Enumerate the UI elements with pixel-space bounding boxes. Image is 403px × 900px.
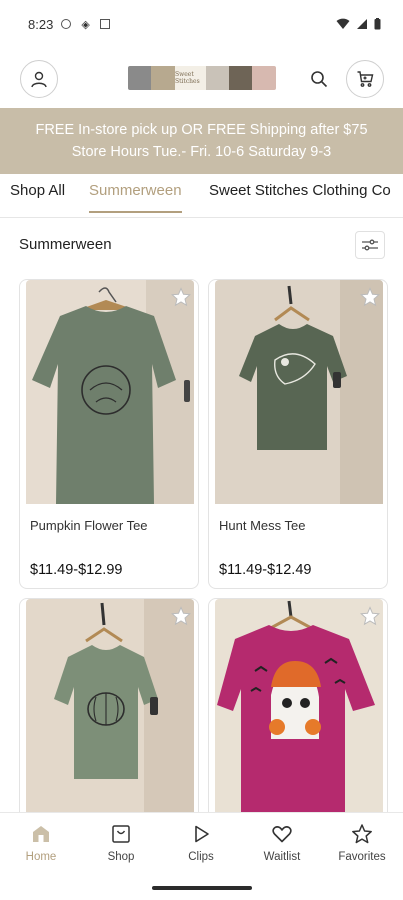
signal-icon [357, 19, 367, 29]
cart-icon [357, 71, 374, 87]
tab-shop-all[interactable]: Shop All [10, 174, 65, 216]
product-price: $11.49-$12.99 [30, 562, 123, 578]
filter-button[interactable] [355, 231, 385, 259]
search-button[interactable] [306, 66, 332, 92]
app-notification-icon [99, 19, 110, 29]
home-icon [33, 826, 49, 842]
favorite-star-icon[interactable] [170, 286, 192, 308]
nav-shop[interactable]: Shop [81, 823, 161, 863]
gesture-home-bar[interactable] [152, 886, 252, 890]
product-image[interactable] [26, 599, 194, 837]
status-bar: 8:23 ◈ [0, 0, 403, 48]
product-price: $11.49-$12.49 [219, 562, 312, 578]
product-image[interactable] [215, 599, 383, 837]
dnd-icon [61, 19, 72, 29]
favorite-star-icon[interactable] [170, 605, 192, 627]
wifi-icon [336, 18, 350, 29]
favorite-star-icon[interactable] [359, 605, 381, 627]
nav-waitlist[interactable]: Waitlist [242, 823, 322, 863]
banner-line-1: FREE In-store pick up OR FREE Shipping a… [35, 122, 368, 138]
tab-summerween[interactable]: Summerween [89, 174, 182, 216]
heart-icon [272, 826, 292, 843]
notification-icon: ◈ [81, 18, 90, 31]
nav-home[interactable]: Home [1, 823, 81, 863]
nav-favorites-label: Favorites [338, 851, 386, 863]
sliders-icon [362, 239, 378, 251]
battery-icon [374, 18, 381, 30]
account-button[interactable] [20, 60, 58, 98]
shop-icon [112, 825, 130, 843]
product-image[interactable] [26, 280, 194, 504]
product-card[interactable] [208, 598, 388, 838]
search-icon [311, 71, 328, 88]
promo-banner[interactable]: FREE In-store pick up OR FREE Shipping a… [0, 108, 403, 174]
cart-button[interactable] [346, 60, 384, 98]
nav-clips-label: Clips [188, 851, 214, 863]
product-name[interactable]: Hunt Mess Tee [219, 518, 305, 533]
category-tabs: Shop All Summerween Sweet Stitches Cloth… [0, 174, 403, 218]
play-icon [195, 825, 209, 843]
app-header: Sweet Stitches [0, 54, 403, 106]
nav-waitlist-label: Waitlist [263, 851, 301, 863]
product-image[interactable] [215, 280, 383, 504]
product-name[interactable]: Pumpkin Flower Tee [30, 518, 148, 533]
section-title: Summerween [19, 236, 112, 253]
favorite-star-icon[interactable] [359, 286, 381, 308]
nav-clips[interactable]: Clips [161, 823, 241, 863]
person-icon [31, 71, 47, 88]
tab-sweet-stitches-clothing[interactable]: Sweet Stitches Clothing Co [209, 174, 391, 216]
nav-favorites[interactable]: Favorites [322, 823, 402, 863]
nav-shop-label: Shop [107, 851, 135, 863]
star-icon [352, 824, 372, 844]
banner-line-2: Store Hours Tue.- Fri. 10-6 Saturday 9-3 [71, 144, 332, 160]
logo-text: Sweet Stitches [174, 66, 206, 90]
nav-home-label: Home [25, 851, 57, 863]
product-card[interactable] [19, 598, 199, 838]
product-card[interactable]: Hunt Mess Tee $11.49-$12.49 [208, 279, 388, 589]
store-logo[interactable]: Sweet Stitches [128, 66, 276, 90]
product-card[interactable]: Pumpkin Flower Tee $11.49-$12.99 [19, 279, 199, 589]
status-time: 8:23 [28, 16, 54, 32]
